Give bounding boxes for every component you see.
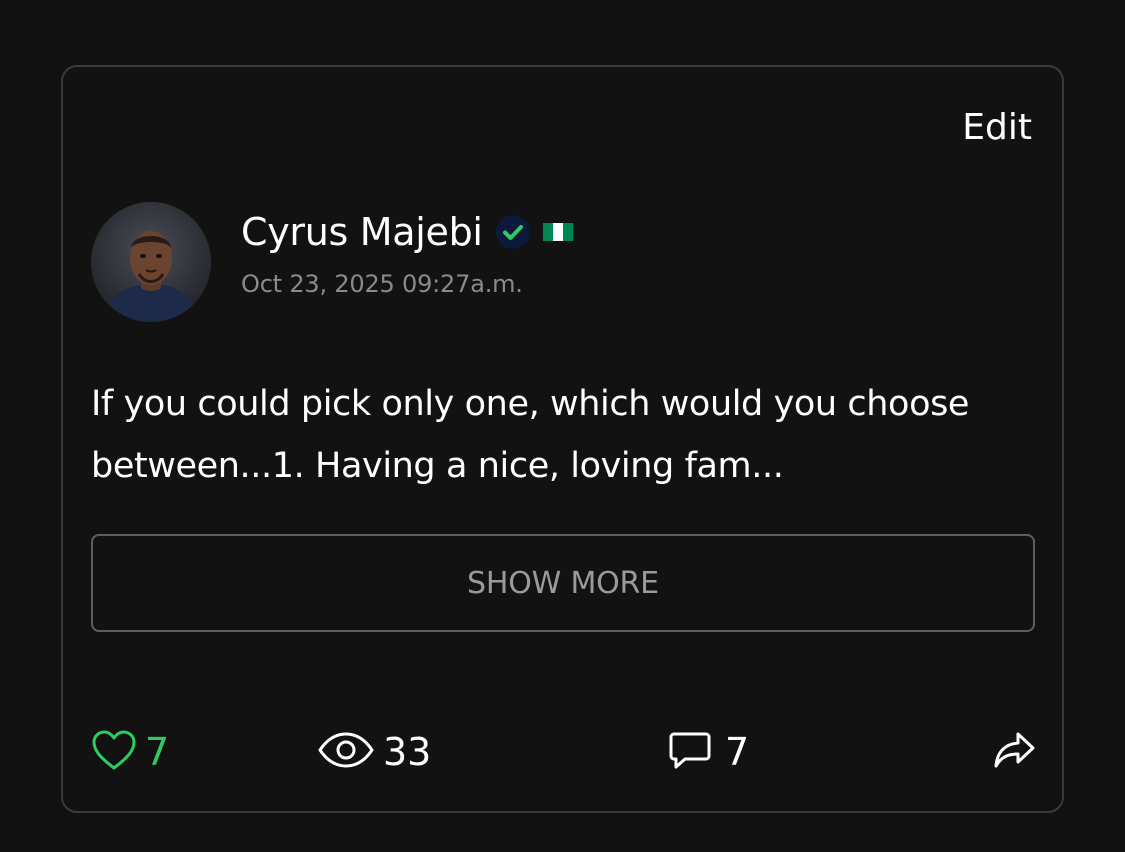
post-timestamp: Oct 23, 2025 09:27a.m.	[241, 270, 523, 298]
eye-icon	[317, 732, 375, 772]
verified-check-icon	[495, 214, 531, 250]
share-arrow-icon	[992, 730, 1036, 774]
action-bar: 7 33 7	[91, 727, 1036, 777]
post-text: If you could pick only one, which would …	[91, 384, 970, 486]
views-count: 33	[383, 730, 432, 774]
comment-bubble-icon	[669, 730, 711, 774]
show-more-button[interactable]: SHOW MORE	[91, 534, 1035, 632]
author-row: Cyrus Majebi	[241, 210, 573, 254]
like-count: 7	[145, 730, 170, 774]
post-card: Edit Cyrus Majebi Oct 23, 2025 09:27a.m.…	[61, 65, 1064, 813]
like-button[interactable]: 7	[91, 727, 169, 777]
nigeria-flag-icon	[542, 223, 573, 241]
edit-button[interactable]: Edit	[962, 107, 1032, 148]
comments-button[interactable]: 7	[669, 727, 749, 777]
avatar[interactable]	[91, 202, 211, 322]
avatar-image	[91, 202, 211, 322]
author-name[interactable]: Cyrus Majebi	[241, 210, 483, 254]
share-button[interactable]	[992, 727, 1036, 777]
comments-count: 7	[725, 730, 750, 774]
views-stat[interactable]: 33	[317, 727, 431, 777]
heart-outline-icon	[91, 729, 137, 775]
